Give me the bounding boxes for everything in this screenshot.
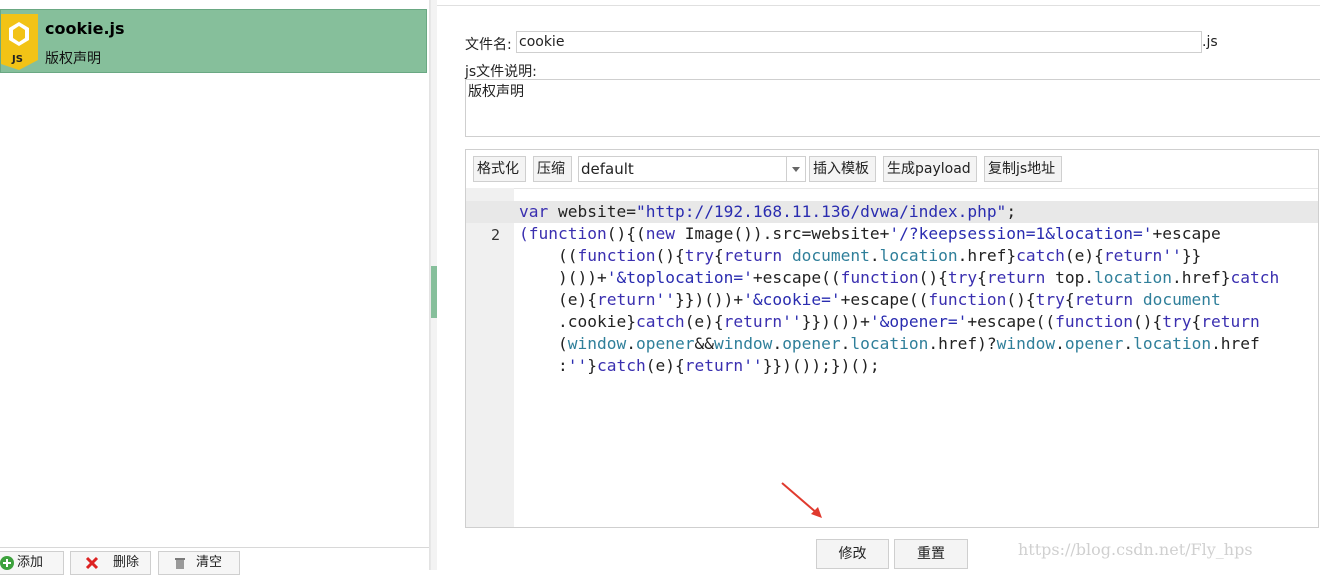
code-content[interactable]: var website="http://192.168.11.136/dvwa/… xyxy=(519,201,1309,377)
template-select-value: default xyxy=(581,160,634,178)
watermark-text: https://blog.csdn.net/Fly_hps xyxy=(1018,540,1253,559)
format-button[interactable]: 格式化 xyxy=(473,156,526,182)
copy-js-url-button[interactable]: 复制js地址 xyxy=(984,156,1062,182)
filename-input[interactable] xyxy=(516,31,1202,53)
compress-button[interactable]: 压缩 xyxy=(533,156,572,182)
delete-button[interactable]: 删除 xyxy=(70,551,151,575)
file-description: 版权声明 xyxy=(45,51,101,67)
add-icon xyxy=(0,556,14,570)
clear-button-label: 清空 xyxy=(196,555,223,570)
top-divider xyxy=(437,5,1320,6)
trash-icon xyxy=(175,558,185,569)
splitter-grip[interactable] xyxy=(431,266,437,318)
filename-label: 文件名: xyxy=(465,37,512,53)
code-editor: 格式化 压缩 default 插入模板 生成payload 复制js地址 1 2… xyxy=(465,149,1319,528)
extension-label: .js xyxy=(1202,34,1218,50)
modify-button[interactable]: 修改 xyxy=(816,539,889,569)
description-textarea[interactable]: 版权声明 xyxy=(465,79,1320,137)
reset-button[interactable]: 重置 xyxy=(894,539,968,569)
chevron-down-icon[interactable] xyxy=(786,157,805,181)
panel-splitter[interactable] xyxy=(430,0,437,570)
line-number-gutter: 1 2 xyxy=(466,188,514,527)
generate-payload-button[interactable]: 生成payload xyxy=(883,156,977,182)
delete-icon xyxy=(85,556,99,570)
js-file-icon: JS xyxy=(1,14,38,70)
line-number: 2 xyxy=(490,226,500,244)
delete-button-label: 删除 xyxy=(113,555,140,570)
template-select[interactable]: default xyxy=(578,156,806,182)
add-button[interactable]: 添加 xyxy=(0,551,64,575)
file-list-item-cookie[interactable]: JS cookie.js 版权声明 xyxy=(0,9,427,73)
clear-button[interactable]: 清空 xyxy=(158,551,240,575)
script-list-panel: JS cookie.js 版权声明 添加 删除 清空 xyxy=(0,0,430,575)
description-label: js文件说明: xyxy=(465,64,537,80)
add-button-label: 添加 xyxy=(17,555,44,570)
file-actions-bar: 添加 删除 清空 xyxy=(0,547,429,575)
svg-text:JS: JS xyxy=(11,54,23,65)
editor-toolbar: 格式化 压缩 default 插入模板 生成payload 复制js地址 xyxy=(466,150,1318,189)
insert-template-button[interactable]: 插入模板 xyxy=(809,156,876,182)
red-arrow-annotation xyxy=(781,482,822,518)
file-name: cookie.js xyxy=(45,19,125,38)
